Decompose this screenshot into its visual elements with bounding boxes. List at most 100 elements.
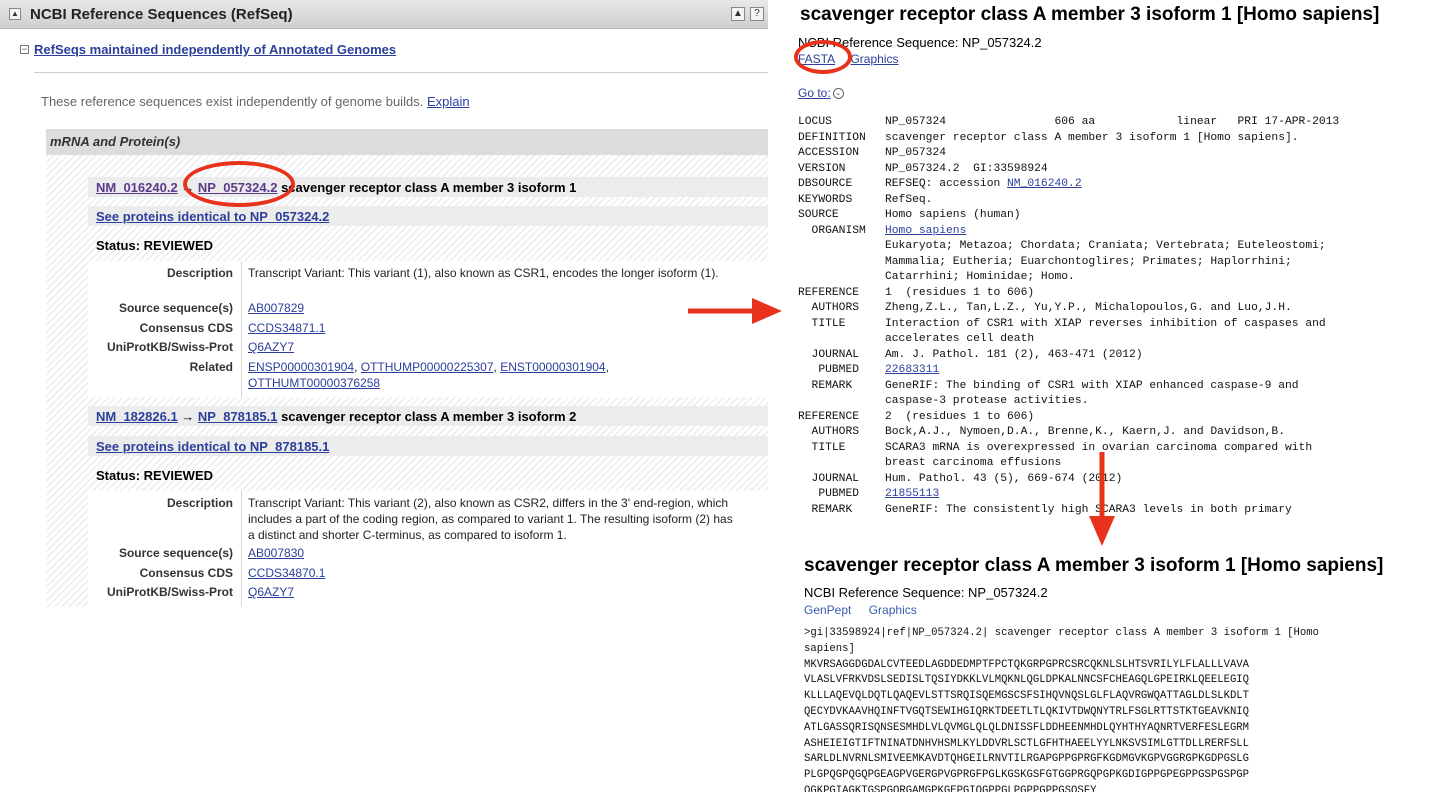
help-icon[interactable]: ? [750, 7, 764, 21]
genbank-key: VERSION [798, 162, 846, 175]
genbank-record: LOCUS NP_057324 606 aa linear PRI 17-APR-… [798, 115, 1339, 518]
uniprot-link[interactable]: Q6AZY7 [248, 585, 294, 599]
sequence-line: QGKPGIAGKTGSPGQRGAMGPKGEPGIQGPPGLPGPPGPP… [804, 784, 1097, 792]
genbank-key: AUTHORS [798, 426, 860, 438]
intro-label: These reference sequences exist independ… [41, 94, 424, 109]
move-panel-icon[interactable]: ▲ [731, 7, 745, 21]
fasta-highlight-ring [794, 40, 852, 74]
consensus-cds-link[interactable]: CCDS34870.1 [248, 566, 325, 580]
sequence-line: KLLLAQEVQLDQTLQAQEVLSTTSRQISQEMGSCSFSIHQ… [804, 690, 1250, 703]
genbank-key: REMARK [798, 503, 853, 516]
refseq-panel: ▲ NCBI Reference Sequences (RefSeq) ▲ ? … [0, 0, 768, 612]
box-header: mRNA and Protein(s) [46, 129, 768, 155]
genbank-value: Mammalia; Eutheria; Euarchontoglires; Pr… [885, 255, 1292, 268]
row-label: UniProtKB/Swiss-Prot [106, 585, 233, 599]
related-links: ENSP00000301904, OTTHUMP00000225307, ENS… [248, 360, 609, 390]
genbank-line: Mammalia; Eutheria; Euarchontoglires; Pr… [798, 255, 1339, 271]
related-link[interactable]: ENSP00000301904 [248, 360, 354, 374]
genbank-value: Homo sapiens (human) [885, 209, 1021, 221]
description-value: Transcript Variant: This variant (1), al… [248, 266, 719, 280]
chevron-down-icon[interactable]: ⌄ [832, 88, 844, 100]
genbank-key: JOURNAL [798, 348, 860, 361]
goto-menu[interactable]: Go to: ⌄ [798, 86, 844, 100]
record-title-row: NM_182826.1 → NP_878185.1 scavenger rece… [88, 406, 768, 426]
genbank-line: accelerates cell death [798, 332, 1339, 348]
section-toggle-icon[interactable]: − [20, 45, 29, 54]
fasta-page-title: scavenger receptor class A member 3 isof… [804, 555, 1384, 576]
row-label: Consensus CDS [139, 321, 233, 335]
sequence-line: ATLGASSQRISQNSESMHDLVLQVMGLQLQLDNISSFLDD… [804, 721, 1250, 734]
related-link[interactable]: ENST00000301904 [500, 360, 605, 374]
related-link[interactable]: OTTHUMT00000376258 [248, 376, 380, 390]
genbank-value: breast carcinoma effusions [885, 457, 1062, 469]
genbank-value: Catarrhini; Hominidae; Homo. [885, 271, 1075, 283]
genbank-line: REFERENCE 2 (residues 1 to 606) [798, 410, 1339, 426]
consensus-cds-link[interactable]: CCDS34871.1 [248, 321, 325, 335]
collapse-panel-icon[interactable]: ▲ [9, 8, 21, 20]
section-title-link[interactable]: RefSeqs maintained independently of Anno… [34, 42, 396, 57]
genbank-link[interactable]: Homo sapiens [885, 225, 966, 237]
status-label: Status: REVIEWED [96, 468, 214, 483]
identical-proteins-link[interactable]: See proteins identical to NP_057324.2 [96, 209, 329, 224]
genbank-key: KEYWORDS [798, 193, 853, 206]
genbank-key: AUTHORS [798, 302, 860, 314]
genbank-line: AUTHORS Zheng,Z.L., Tan,L.Z., Yu,Y.P., Mi… [798, 301, 1339, 317]
genbank-key: DBSOURCE [798, 178, 853, 190]
sequence-line: VLASLVFRKVDSLSEDISLTQSIYDKKLVLMQKNLQGLDP… [804, 674, 1250, 687]
sequence-line: SARLDLNVRNLSMIVEEMKAVDTQHGEILRNVTILRGAPG… [804, 753, 1250, 766]
genbank-line: REFERENCE 1 (residues 1 to 606) [798, 286, 1339, 302]
genbank-value: NP_057324 606 aa linear PRI 17-APR-2013 [885, 116, 1340, 128]
genbank-line: AUTHORS Bock,A.J., Nymoen,D.A., Brenne,K.… [798, 425, 1339, 441]
genbank-value: Am. J. Pathol. 181 (2), 463-471 (2012) [885, 348, 1143, 361]
genbank-line: JOURNAL Hum. Pathol. 43 (5), 669-674 (201… [798, 472, 1339, 488]
genbank-value: Zheng,Z.L., Tan,L.Z., Yu,Y.P., Michalopo… [885, 302, 1292, 314]
genbank-line: Catarrhini; Hominidae; Homo. [798, 270, 1339, 286]
genbank-link[interactable]: 22683311 [885, 364, 939, 376]
explain-link[interactable]: Explain [427, 94, 470, 109]
table-divider [241, 261, 242, 397]
source-sequence-link[interactable]: AB007830 [248, 546, 304, 560]
source-sequence-link[interactable]: AB007829 [248, 301, 304, 315]
fasta-graphics-link[interactable]: Graphics [869, 603, 917, 617]
sequence-line: MKVRSAGGDGDALCVTEEDLAGDDEDMPTFPCTQKGRPGP… [804, 658, 1250, 671]
identical-proteins-row: See proteins identical to NP_878185.1 [88, 436, 768, 456]
genbank-key: TITLE [798, 441, 846, 454]
mrna-link[interactable]: NM_016240.2 [96, 180, 178, 195]
genbank-key: ACCESSION [798, 147, 860, 159]
uniprot-link[interactable]: Q6AZY7 [248, 340, 294, 354]
genbank-line: LOCUS NP_057324 606 aa linear PRI 17-APR-… [798, 115, 1339, 131]
genbank-line: TITLE Interaction of CSR1 with XIAP rever… [798, 317, 1339, 333]
panel-title: NCBI Reference Sequences (RefSeq) [30, 6, 293, 23]
genbank-link[interactable]: 21855113 [885, 488, 939, 500]
genbank-key: LOCUS [798, 116, 832, 128]
divider [34, 72, 768, 73]
graphics-link[interactable]: Graphics [850, 52, 898, 66]
sequence-line: QECYDVKAAVHQINFTVGQTSEWIHGIQRKTDEETLTLQK… [804, 705, 1250, 718]
identical-proteins-link[interactable]: See proteins identical to NP_878185.1 [96, 439, 329, 454]
genbank-key: REFERENCE [798, 410, 860, 423]
genbank-line: ACCESSION NP_057324 [798, 146, 1339, 162]
record-name: scavenger receptor class A member 3 isof… [281, 180, 577, 195]
genbank-key: REMARK [798, 379, 853, 392]
fasta-header-line: >gi|33598924|ref|NP_057324.2| scavenger … [804, 627, 1319, 639]
genbank-line: JOURNAL Am. J. Pathol. 181 (2), 463-471 (… [798, 348, 1339, 364]
row-label: Consensus CDS [139, 566, 233, 580]
related-link[interactable]: OTTHUMP00000225307 [361, 360, 494, 374]
row-label: Description [166, 266, 233, 280]
genbank-line: Eukaryota; Metazoa; Chordata; Craniata; … [798, 239, 1339, 255]
sequence-line: PLGPQGPQGQPGEAGPVGERGPVGPRGFPGLKGSKGSFGT… [804, 769, 1250, 782]
genbank-key: DEFINITION [798, 131, 866, 144]
genpept-panel: scavenger receptor class A member 3 isof… [790, 0, 1439, 528]
status-label: Status: REVIEWED [96, 238, 214, 253]
mrna-link[interactable]: NM_182826.1 [96, 409, 178, 424]
genbank-value: RefSeq. [885, 193, 933, 206]
genbank-key: TITLE [798, 317, 846, 330]
fasta-format-links: GenPept Graphics [804, 603, 931, 617]
row-label: UniProtKB/Swiss-Prot [106, 340, 233, 354]
genbank-link[interactable]: NM_016240.2 [1007, 178, 1082, 190]
genpept-link[interactable]: GenPept [804, 603, 851, 617]
genbank-value: GeneRIF: The binding of CSR1 with XIAP e… [885, 379, 1299, 392]
protein-link[interactable]: NP_878185.1 [198, 409, 278, 424]
fasta-sequence: >gi|33598924|ref|NP_057324.2| scavenger … [804, 626, 1319, 792]
goto-link[interactable]: Go to: [798, 86, 831, 100]
